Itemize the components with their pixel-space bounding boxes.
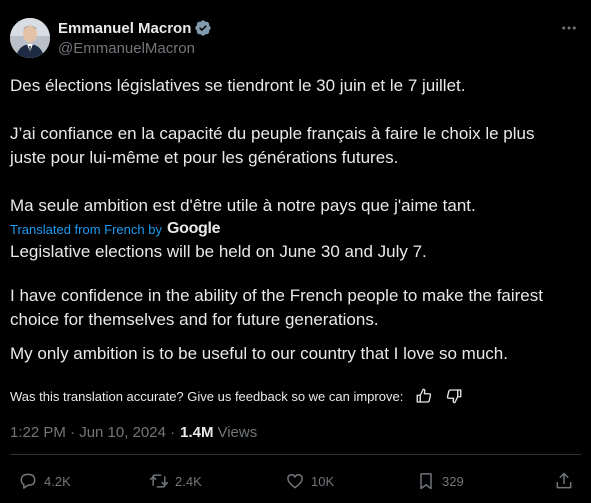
reply-count: 4.2K [44, 473, 71, 489]
handle[interactable]: @EmmanuelMacron [58, 40, 212, 57]
translated-paragraph: My only ambition is to be useful to our … [10, 344, 508, 363]
verified-badge-icon [194, 19, 212, 37]
bookmark-count: 329 [442, 473, 464, 489]
like-count: 10K [311, 473, 335, 489]
translated-from-link[interactable]: Translated from French by [10, 222, 162, 237]
views-label: Views [217, 423, 258, 441]
like-icon [287, 473, 303, 489]
original-paragraph: Des élections législatives se tiendront … [10, 76, 466, 95]
views-count: 1.4M [180, 423, 214, 441]
tweet-header: Emmanuel Macron @EmmanuelMacron [10, 14, 581, 62]
bookmark-button[interactable]: 329 [416, 468, 464, 494]
repost-count: 2.4K [175, 473, 202, 489]
translated-paragraph: I have confidence in the ability of the … [10, 286, 543, 329]
thumbs-down-icon[interactable] [445, 387, 463, 405]
reply-icon [20, 473, 36, 489]
tweet-meta: 1:22 PM · Jun 10, 2024 · 1.4M Views [10, 422, 257, 442]
action-bar: 4.2K 2.4K 10K 329 [10, 468, 576, 494]
share-icon [556, 472, 572, 489]
repost-button[interactable]: 2.4K [149, 468, 202, 494]
thumbs-up-icon[interactable] [415, 387, 433, 405]
like-button[interactable]: 10K [285, 468, 334, 494]
divider [10, 454, 581, 455]
tweet: Emmanuel Macron @EmmanuelMacron Des élec… [0, 0, 591, 503]
repost-icon [149, 474, 169, 488]
more-icon[interactable] [557, 18, 581, 38]
display-name[interactable]: Emmanuel Macron [58, 20, 191, 37]
author-block: Emmanuel Macron @EmmanuelMacron [58, 18, 212, 57]
translated-paragraph: Legislative elections will be held on Ju… [10, 242, 427, 261]
translation-attribution: Translated from French by Google [10, 220, 221, 238]
original-paragraph: Ma seule ambition est d'être utile à not… [10, 196, 476, 215]
bookmark-icon [420, 473, 432, 490]
avatar[interactable] [10, 18, 50, 58]
share-button[interactable] [554, 468, 574, 494]
feedback-prompt: Was this translation accurate? Give us f… [10, 388, 404, 404]
timestamp[interactable]: 1:22 PM · Jun 10, 2024 · [10, 424, 175, 441]
translation-feedback: Was this translation accurate? Give us f… [10, 386, 463, 406]
reply-button[interactable]: 4.2K [18, 468, 71, 494]
original-paragraph: J’ai confiance en la capacité du peuple … [10, 124, 535, 167]
google-logo: Google [166, 220, 221, 237]
